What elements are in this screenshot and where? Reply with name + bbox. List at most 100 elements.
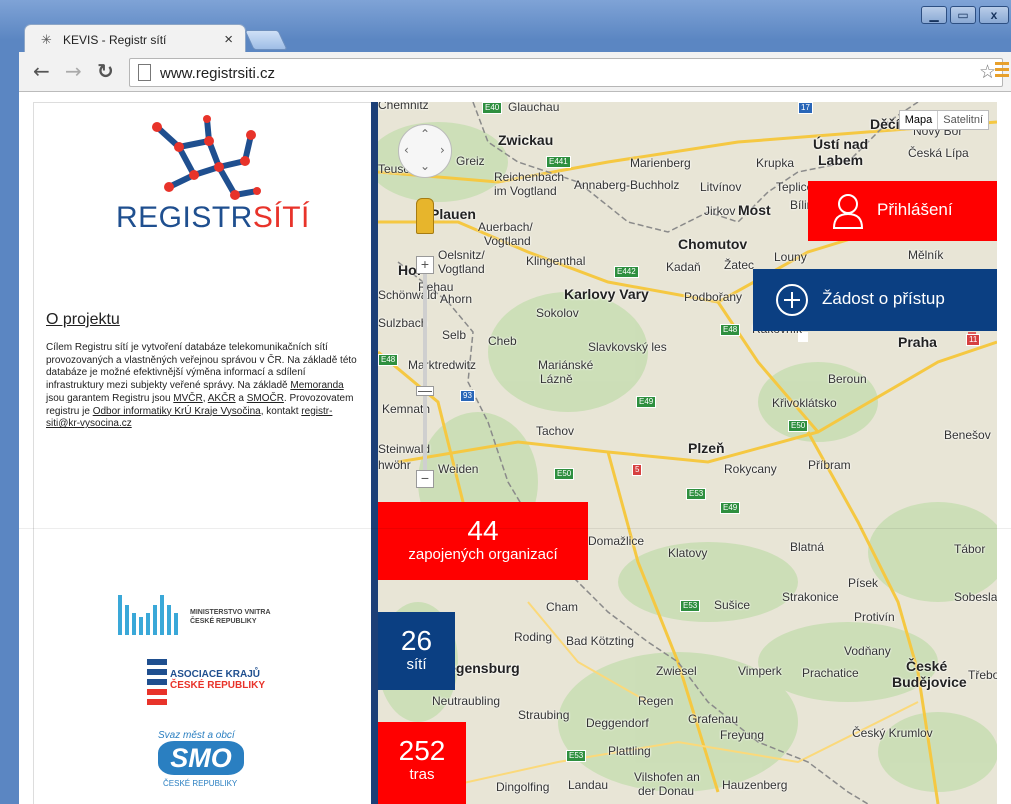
reload-icon[interactable]: ↻	[97, 60, 114, 82]
road-shield: 93	[460, 390, 475, 402]
map-label: Ahorn	[440, 292, 473, 306]
pan-down-icon[interactable]: ⌄	[420, 159, 430, 173]
map-label: Sušice	[714, 598, 751, 612]
map-label: Hauzenberg	[722, 778, 788, 792]
map-label: Freyung	[720, 728, 765, 742]
map-label: Chomutov	[678, 236, 748, 252]
smocr-link[interactable]: SMOČR	[247, 393, 284, 404]
pan-right-icon[interactable]: ›	[440, 143, 445, 157]
map-label: Tábor	[954, 542, 986, 556]
map-label: Bad Kötzting	[566, 634, 635, 648]
menu-icon[interactable]	[995, 62, 1009, 80]
map-label: Sobesla	[954, 590, 997, 604]
road-shield: E50	[554, 468, 575, 480]
road-shield: E49	[636, 396, 657, 408]
maximize-button[interactable]: ▭	[950, 6, 976, 24]
map-label: Mariánské	[538, 358, 594, 372]
stat-networks: 26 sítí	[378, 612, 455, 690]
map-label: Beroun	[828, 372, 867, 386]
forward-icon[interactable]: →	[65, 60, 82, 82]
road-shield: E40	[482, 102, 503, 114]
map-type-map[interactable]: Mapa	[900, 111, 939, 129]
map-type-control[interactable]: Mapa Satelitní	[898, 110, 989, 130]
odbor-informatiky-link[interactable]: Odbor informatiky KrÚ Kraje Vysočina	[93, 406, 261, 417]
close-window-button[interactable]: x	[979, 6, 1009, 24]
map-label: Dingolfing	[496, 780, 550, 794]
map-label: Marktredwitz	[408, 358, 477, 372]
address-bar[interactable]: www.registrsiti.cz ☆	[129, 58, 1003, 87]
map-label: Most	[738, 202, 771, 218]
stat-organizations: 44 zapojených organizací	[378, 502, 588, 580]
map-label: Příbram	[808, 458, 851, 472]
map-label: Plattling	[608, 744, 651, 758]
zoom-out-button[interactable]: −	[416, 470, 434, 488]
pan-control[interactable]: ⌃ ⌄ ‹ ›	[398, 124, 452, 178]
smo-subtitle: ČESKÉ REPUBLIKY	[163, 779, 238, 788]
map-label: Blatná	[790, 540, 825, 554]
map-label: Marienberg	[630, 156, 691, 170]
bookmark-star-icon[interactable]: ☆	[979, 61, 996, 83]
map-label: České	[906, 658, 948, 674]
mvcr-link[interactable]: MVČR	[173, 393, 202, 404]
stat-organizations-label: zapojených organizací	[408, 546, 558, 563]
map-label: Auerbach/	[478, 220, 533, 234]
map-label: Domažlice	[588, 534, 645, 548]
akcr-link[interactable]: AKČR	[208, 393, 236, 404]
road-shield: E53	[686, 488, 707, 500]
map-type-satellite[interactable]: Satelitní	[938, 111, 988, 129]
browser-window: ▁ ▭ x ✳ KEVIS - Registr sítí × ← → ↻ www…	[0, 0, 1011, 804]
brand-name: REGISTRSÍTÍ	[116, 201, 310, 234]
akcr-logo[interactable]	[147, 659, 167, 709]
map-label: Plauen	[430, 206, 476, 222]
pan-up-icon[interactable]: ⌃	[420, 127, 430, 141]
map-label: Neutraubling	[432, 694, 501, 708]
registr-siti-logo	[152, 115, 261, 200]
memoranda-link[interactable]: Memoranda	[290, 380, 343, 391]
map-label: Písek	[848, 576, 879, 590]
login-button[interactable]: Přihlášení	[808, 181, 997, 241]
new-tab-button[interactable]	[244, 30, 288, 50]
map-label: Sulzbach	[378, 316, 428, 330]
stat-networks-label: sítí	[406, 656, 427, 673]
map-label: Rokycany	[724, 462, 777, 476]
zoom-slider-track[interactable]	[423, 262, 427, 480]
map-label: Žatec	[724, 258, 755, 272]
map-label: Plzeň	[688, 440, 725, 456]
map-label: Protivín	[854, 610, 895, 624]
map-label: der Donau	[638, 784, 695, 798]
map-label: Oelsnitz/	[438, 248, 485, 262]
map-label: Podbořany	[684, 290, 743, 304]
stat-routes: 252 tras	[378, 722, 466, 804]
road-shield: E48	[378, 354, 399, 366]
screen-artifact-line	[19, 528, 1011, 529]
page-icon	[138, 64, 151, 81]
smo-logo[interactable]: SMO	[158, 741, 244, 775]
pan-left-icon[interactable]: ‹	[404, 143, 409, 157]
zoom-in-button[interactable]: +	[416, 256, 434, 274]
access-request-button[interactable]: Žádost o přístup	[753, 269, 997, 331]
street-view-pegman-icon[interactable]	[416, 198, 434, 234]
close-tab-icon[interactable]: ×	[224, 31, 233, 48]
map-label: Straubing	[518, 708, 570, 722]
map-view[interactable]: Chemnitz Glauchau Zwickau Děčín Nový Bor…	[378, 102, 997, 804]
browser-tab[interactable]: ✳ KEVIS - Registr sítí ×	[24, 24, 246, 54]
url-text[interactable]: www.registrsiti.cz	[160, 65, 275, 82]
zoom-slider-handle[interactable]: —	[416, 383, 434, 397]
panel-divider	[371, 102, 378, 804]
mvcr-logo[interactable]	[116, 589, 186, 639]
left-panel: REGISTRSÍTÍ O projektu Cílem Registru sí…	[33, 102, 373, 804]
map-label: Karlovy Vary	[564, 286, 649, 302]
map-label: Cham	[546, 600, 579, 614]
back-icon[interactable]: ←	[33, 60, 50, 82]
minimize-button[interactable]: ▁	[921, 6, 947, 24]
akcr-label: ASOCIACE KRAJŮ ČESKÉ REPUBLIKY	[170, 669, 266, 691]
map-label: Praha	[898, 334, 937, 350]
map-label: Benešov	[944, 428, 991, 442]
road-shield: 17	[798, 102, 813, 114]
tab-title: KEVIS - Registr sítí	[63, 33, 167, 47]
map-label: Sokolov	[536, 306, 579, 320]
map-label: Greiz	[456, 154, 485, 168]
map-label: Jirkov	[704, 204, 736, 218]
map-label: Vodňany	[844, 644, 891, 658]
road-shield: E53	[566, 750, 587, 762]
